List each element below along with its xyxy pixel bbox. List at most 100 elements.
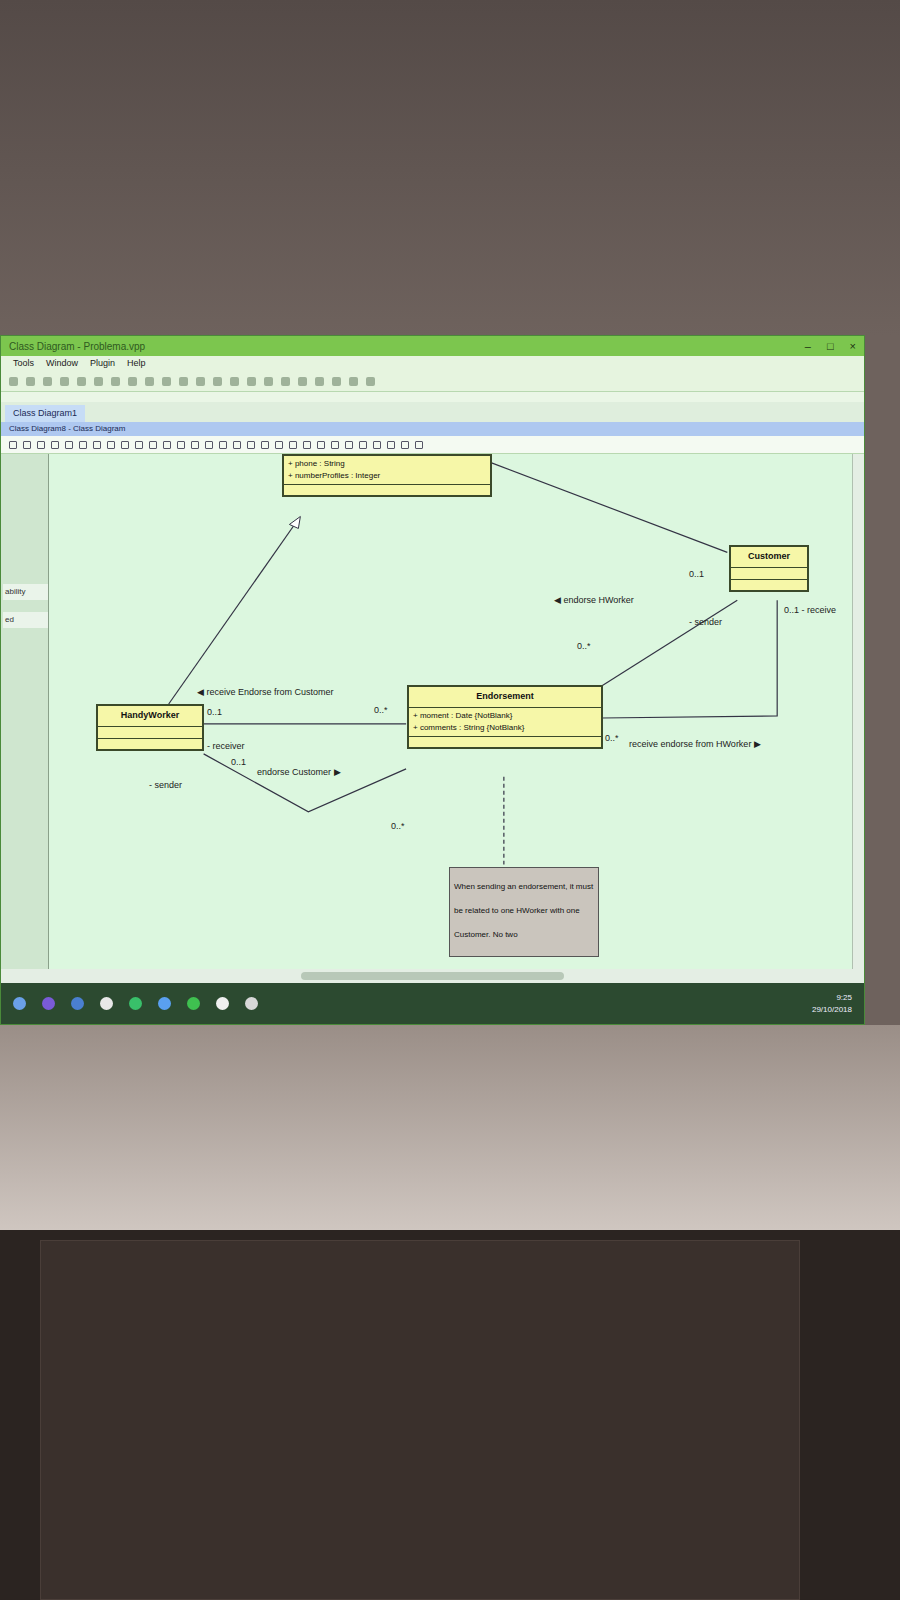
diagram-canvas: + phone : String+ numberProfiles : Integ…: [49, 454, 852, 969]
window-control[interactable]: □: [827, 338, 834, 355]
diagram-tool-icon[interactable]: [233, 441, 241, 449]
diagram-tool-icon[interactable]: [387, 441, 395, 449]
tool-icon[interactable]: [298, 377, 307, 386]
spacer: [1, 392, 864, 402]
diagram-tool-icon[interactable]: [93, 441, 101, 449]
taskbar-app-icon[interactable]: [42, 997, 55, 1010]
diagram-tool-icon[interactable]: [149, 441, 157, 449]
side-panel-item[interactable]: ed: [3, 612, 48, 628]
class-attribute: + phone : String: [288, 458, 486, 470]
diagram-tool-icon[interactable]: [107, 441, 115, 449]
diagram-tool-icon[interactable]: [345, 441, 353, 449]
diagram-tool-icon[interactable]: [9, 441, 17, 449]
association-label: 0..*: [577, 640, 591, 652]
tool-icon[interactable]: [230, 377, 239, 386]
window-title: Class Diagram - Problema.vpp: [9, 339, 145, 354]
taskbar-app-icon[interactable]: [100, 997, 113, 1010]
tool-icon[interactable]: [281, 377, 290, 386]
diagram-tool-icon[interactable]: [51, 441, 59, 449]
class-name: HandyWorker: [98, 706, 202, 727]
association-label: receive endorse from HWorker ▶: [629, 738, 761, 750]
tool-icon[interactable]: [9, 377, 18, 386]
main-toolbar: [1, 372, 864, 392]
diagram-tool-icon[interactable]: [359, 441, 367, 449]
class-attribute: + moment : Date {NotBlank}: [413, 710, 597, 722]
diagram-tool-icon[interactable]: [177, 441, 185, 449]
clock-date: 29/10/2018: [812, 1004, 852, 1016]
diagram-tool-icon[interactable]: [289, 441, 297, 449]
taskbar-app-icon[interactable]: [187, 997, 200, 1010]
tab[interactable]: Class Diagram1: [5, 405, 85, 423]
diagram-tool-icon[interactable]: [23, 441, 31, 449]
tool-icon[interactable]: [179, 377, 188, 386]
menu-item[interactable]: Help: [127, 357, 146, 371]
diagram-tool-icon[interactable]: [275, 441, 283, 449]
taskbar-app-icon[interactable]: [71, 997, 84, 1010]
diagram-tool-icon[interactable]: [247, 441, 255, 449]
tool-icon[interactable]: [94, 377, 103, 386]
uml-class[interactable]: Customer: [729, 545, 809, 592]
diagram-tool-icon[interactable]: [317, 441, 325, 449]
taskbar-app-icon[interactable]: [129, 997, 142, 1010]
diagram-tool-icon[interactable]: [303, 441, 311, 449]
association-label: 0..*: [605, 732, 619, 744]
diagram-tool-icon[interactable]: [219, 441, 227, 449]
menu-item[interactable]: Window: [46, 357, 78, 371]
tool-icon[interactable]: [264, 377, 273, 386]
tool-icon[interactable]: [60, 377, 69, 386]
diagram-toolbar: [1, 436, 864, 454]
uml-class[interactable]: + phone : String+ numberProfiles : Integ…: [282, 454, 492, 497]
uml-class[interactable]: HandyWorker: [96, 704, 204, 751]
association-label: 0..1: [689, 568, 704, 580]
title-bar: Class Diagram - Problema.vpp –□ ×: [1, 336, 864, 356]
tool-icon[interactable]: [111, 377, 120, 386]
association-label: ◀ receive Endorse from Customer: [197, 686, 334, 698]
tool-icon[interactable]: [213, 377, 222, 386]
tool-icon[interactable]: [128, 377, 137, 386]
tool-icon[interactable]: [162, 377, 171, 386]
tool-icon[interactable]: [349, 377, 358, 386]
tool-icon[interactable]: [145, 377, 154, 386]
diagram-tool-icon[interactable]: [205, 441, 213, 449]
diagram-tool-icon[interactable]: [373, 441, 381, 449]
diagram-tool-icon[interactable]: [79, 441, 87, 449]
tool-icon[interactable]: [43, 377, 52, 386]
tool-icon[interactable]: [332, 377, 341, 386]
tool-icon[interactable]: [366, 377, 375, 386]
diagram-tool-icon[interactable]: [121, 441, 129, 449]
menu-item[interactable]: Tools: [13, 357, 34, 371]
diagram-tool-icon[interactable]: [37, 441, 45, 449]
window-control[interactable]: ×: [850, 338, 856, 355]
tool-icon[interactable]: [26, 377, 35, 386]
side-panel-item[interactable]: ability: [3, 584, 48, 600]
wall-bottom: [0, 1230, 900, 1600]
diagram-tool-icon[interactable]: [163, 441, 171, 449]
tool-icon[interactable]: [247, 377, 256, 386]
diagram-tool-icon[interactable]: [261, 441, 269, 449]
diagram-tool-icon[interactable]: [135, 441, 143, 449]
horizontal-scrollbar[interactable]: [1, 969, 864, 983]
taskbar-app-icon[interactable]: [245, 997, 258, 1010]
scroll-thumb[interactable]: [301, 972, 564, 980]
menu-item[interactable]: Plugin: [90, 357, 115, 371]
taskbar-app-icon[interactable]: [158, 997, 171, 1010]
association-label: - receiver: [207, 740, 245, 752]
vertical-scrollbar[interactable]: [852, 454, 864, 969]
taskbar-apps: [13, 997, 258, 1010]
tool-icon[interactable]: [77, 377, 86, 386]
diagram-tool-icon[interactable]: [331, 441, 339, 449]
window-control[interactable]: –: [805, 338, 811, 355]
tool-icon[interactable]: [196, 377, 205, 386]
diagram-tool-icon[interactable]: [191, 441, 199, 449]
class-attribute: + numberProfiles : Integer: [288, 470, 486, 482]
taskbar-app-icon[interactable]: [13, 997, 26, 1010]
note[interactable]: When sending an endorsement, it must be …: [449, 867, 599, 957]
class-attributes: + phone : String+ numberProfiles : Integ…: [284, 456, 490, 485]
taskbar-app-icon[interactable]: [216, 997, 229, 1010]
diagram-title: Class Diagram8 - Class Diagram: [1, 422, 864, 436]
diagram-tool-icon[interactable]: [65, 441, 73, 449]
diagram-tool-icon[interactable]: [415, 441, 423, 449]
uml-class[interactable]: Endorsement+ moment : Date {NotBlank}+ c…: [407, 685, 603, 749]
tool-icon[interactable]: [315, 377, 324, 386]
diagram-tool-icon[interactable]: [401, 441, 409, 449]
